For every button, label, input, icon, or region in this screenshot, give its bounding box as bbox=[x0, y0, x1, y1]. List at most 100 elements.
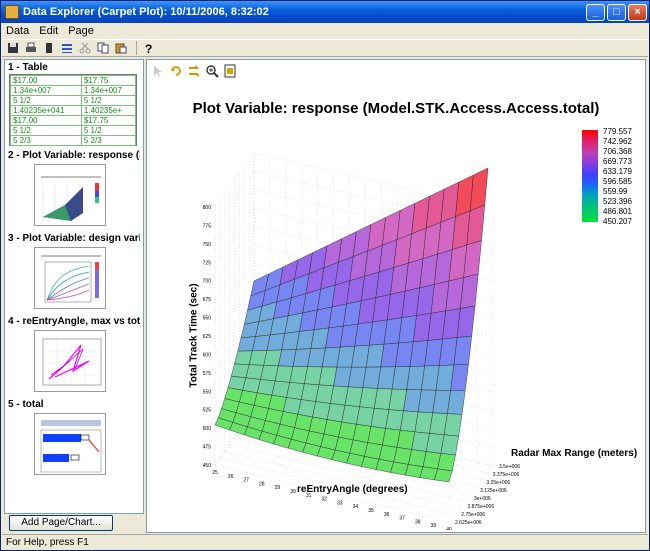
page-title: 2 - Plot Variable: response (Mode bbox=[8, 150, 140, 161]
pan-icon[interactable] bbox=[186, 63, 202, 79]
table-cell: 5 1/2 bbox=[10, 125, 82, 136]
y-tick-label: 725 bbox=[203, 260, 212, 266]
toolbar-separator bbox=[136, 41, 137, 55]
svg-text:?: ? bbox=[145, 42, 152, 54]
x-tick-label: 30 bbox=[290, 489, 296, 495]
paste-icon[interactable] bbox=[114, 41, 128, 55]
y-tick-label: 500 bbox=[203, 426, 212, 432]
y-tick-label: 625 bbox=[203, 334, 212, 340]
close-button[interactable]: × bbox=[628, 3, 647, 21]
table-cell: 5 1/2 bbox=[80, 125, 137, 136]
legend-value: 486.801 bbox=[603, 207, 632, 216]
table-cell: 1.40235e+041 bbox=[10, 105, 82, 116]
page-title: 5 - total bbox=[8, 399, 44, 410]
table-cell: 1.34e+007 bbox=[10, 85, 82, 96]
save-icon[interactable] bbox=[6, 41, 20, 55]
legend-value: 669.773 bbox=[603, 157, 632, 166]
y-axis-label: Total Track Time (sec) bbox=[188, 283, 200, 388]
table-cell: 1.34e+007 bbox=[80, 85, 137, 96]
y-tick-label: 575 bbox=[203, 371, 212, 377]
z-tick-label: 3.25e+006 bbox=[486, 480, 510, 486]
data-icon[interactable] bbox=[42, 41, 56, 55]
z-tick-label: 2.875e+006 bbox=[468, 504, 495, 510]
design-plot-thumbnail[interactable] bbox=[34, 247, 106, 309]
page-item-response-plot[interactable]: 2 - Plot Variable: response (Mode bbox=[5, 148, 143, 231]
y-tick-label: 775 bbox=[203, 223, 212, 229]
rotate-icon[interactable] bbox=[168, 63, 184, 79]
plot-area: Plot Variable: response (Model.STK.Acces… bbox=[146, 59, 646, 533]
z-tick-label: 3.5e+006 bbox=[499, 464, 520, 470]
menu-bar: Data Edit Page bbox=[2, 23, 648, 39]
legend-value: 742.962 bbox=[603, 137, 632, 146]
y-tick-label: 650 bbox=[203, 316, 212, 322]
x-tick-label: 33 bbox=[337, 500, 343, 506]
pointer-icon[interactable] bbox=[150, 63, 166, 79]
table-cell: $17.00 bbox=[10, 115, 82, 126]
total-thumbnail[interactable] bbox=[34, 413, 106, 475]
x-tick-label: 38 bbox=[415, 519, 421, 525]
table-cell: 1.40235e+ bbox=[80, 105, 137, 116]
table-cell: $17.75 bbox=[80, 115, 137, 126]
page-item-max-vs-total[interactable]: 4 - reEntryAngle, max vs total bbox=[5, 314, 143, 397]
z-tick-label: 3.375e+006 bbox=[493, 472, 520, 478]
z-axis-label: Radar Max Range (meters) bbox=[511, 448, 638, 459]
legend-value: 450.207 bbox=[603, 217, 632, 226]
surface-patch bbox=[434, 468, 453, 483]
window-title: Data Explorer (Carpet Plot): 10/11/2006,… bbox=[23, 6, 269, 18]
print-icon[interactable] bbox=[24, 41, 38, 55]
page-item-table[interactable]: 1 - Table $17.00 $17.75 1.34e+007 1.34e+00… bbox=[5, 60, 143, 148]
page-item-design-plot[interactable]: 3 - Plot Variable: design variable bbox=[5, 231, 143, 314]
app-window: Data Explorer (Carpet Plot): 10/11/2006,… bbox=[0, 0, 650, 551]
x-tick-label: 28 bbox=[259, 481, 265, 487]
max-vs-total-thumbnail[interactable] bbox=[34, 330, 106, 392]
cut-icon[interactable] bbox=[78, 41, 92, 55]
toolbar: ? bbox=[2, 39, 648, 57]
legend-value: 559.99 bbox=[603, 187, 628, 196]
menu-page[interactable]: Page bbox=[68, 25, 94, 37]
app-icon bbox=[5, 5, 19, 19]
add-page-chart-button[interactable]: Add Page/Chart... bbox=[9, 515, 113, 531]
y-tick-label: 475 bbox=[203, 445, 212, 451]
table-thumbnail[interactable]: $17.00 $17.75 1.34e+007 1.34e+007 5 1/2 5 1… bbox=[9, 74, 137, 146]
z-tick-label: 2.75e+006 bbox=[461, 512, 485, 518]
table-cell: 5 1/2 bbox=[10, 95, 82, 106]
page-list-panel: 1 - Table $17.00 $17.75 1.34e+007 1.34e+00… bbox=[4, 59, 144, 514]
y-tick-label: 675 bbox=[203, 297, 212, 303]
x-tick-label: 26 bbox=[228, 474, 234, 480]
table-cell: 5 2/3 bbox=[80, 135, 137, 146]
surface-patch bbox=[440, 434, 459, 456]
surface-plot[interactable]: 450 475 500 525 550 575 600 625 650 675 700 725 750 7… bbox=[147, 90, 645, 530]
list-icon[interactable] bbox=[60, 41, 74, 55]
x-tick-label: 32 bbox=[321, 497, 327, 503]
y-tick-label: 525 bbox=[203, 408, 212, 414]
x-axis-label: reEntryAngle (degrees) bbox=[297, 484, 408, 495]
x-tick-label: 39 bbox=[431, 523, 437, 529]
x-tick-label: 27 bbox=[243, 478, 249, 484]
legend-value: 523.396 bbox=[603, 197, 632, 206]
maximize-button[interactable]: □ bbox=[607, 3, 626, 21]
page-setup-icon[interactable] bbox=[222, 63, 238, 79]
y-tick-label: 600 bbox=[203, 352, 212, 358]
y-tick-label: 800 bbox=[203, 205, 212, 211]
x-tick-label: 35 bbox=[368, 508, 374, 514]
page-title: 3 - Plot Variable: design variable bbox=[8, 233, 140, 244]
z-tick-label: 3e+006 bbox=[474, 496, 491, 502]
help-icon[interactable]: ? bbox=[141, 41, 155, 55]
zoom-icon[interactable] bbox=[204, 63, 220, 79]
menu-edit[interactable]: Edit bbox=[39, 25, 58, 37]
page-item-total[interactable]: 5 - total bbox=[5, 397, 143, 480]
x-tick-label: 36 bbox=[384, 512, 390, 518]
title-bar[interactable]: Data Explorer (Carpet Plot): 10/11/2006,… bbox=[1, 1, 649, 23]
y-tick-label: 750 bbox=[203, 242, 212, 248]
minimize-button[interactable]: _ bbox=[586, 3, 605, 21]
copy-icon[interactable] bbox=[96, 41, 110, 55]
table-cell: 5 1/2 bbox=[80, 95, 137, 106]
status-text: For Help, press F1 bbox=[6, 537, 89, 548]
x-tick-label: 34 bbox=[353, 504, 359, 510]
response-plot-thumbnail[interactable] bbox=[34, 164, 106, 226]
menu-data[interactable]: Data bbox=[6, 25, 29, 37]
x-tick-label: 37 bbox=[399, 516, 405, 522]
plot-toolbar bbox=[147, 60, 645, 82]
surface-patch bbox=[437, 453, 456, 472]
surface-patch bbox=[447, 390, 466, 415]
